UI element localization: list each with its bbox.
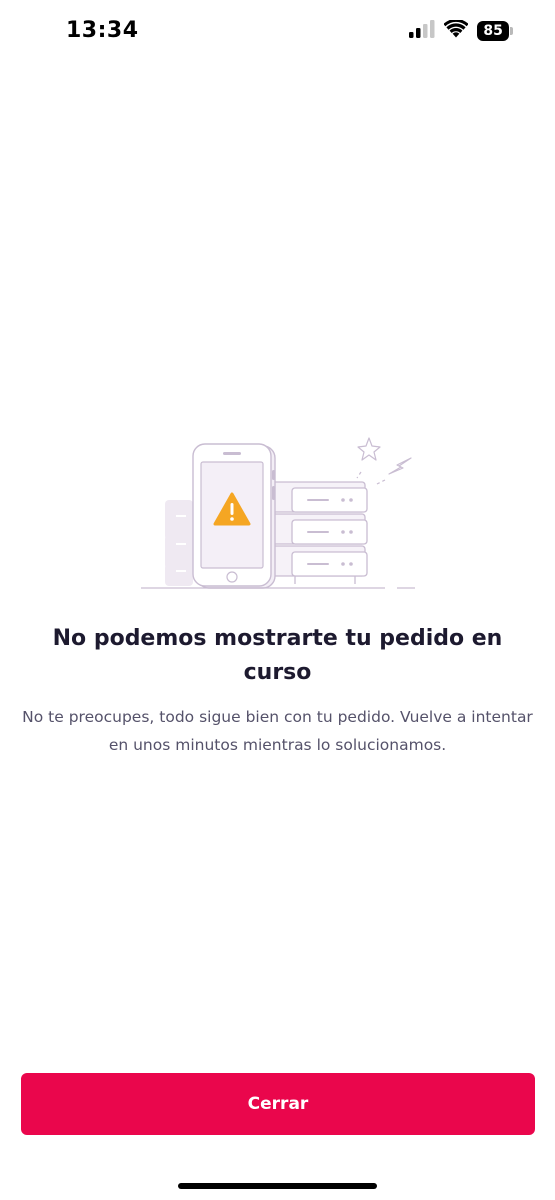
server-icon xyxy=(165,500,193,586)
lightning-icon xyxy=(374,457,412,486)
status-time: 13:34 xyxy=(66,18,139,43)
error-message: No te preocupes, todo sigue bien con tu … xyxy=(22,708,533,754)
phone-server-error-illustration xyxy=(135,430,425,600)
battery-level: 85 xyxy=(477,21,510,41)
cellular-signal-icon xyxy=(409,20,435,42)
home-indicator xyxy=(178,1183,377,1189)
sparkle-icon xyxy=(356,437,381,479)
wifi-icon xyxy=(443,18,469,42)
error-title: No podemos mostrarte tu pedido en curso xyxy=(52,626,503,685)
status-bar: 13:34 85 xyxy=(0,0,555,66)
status-icons: 85 xyxy=(409,18,513,42)
close-button[interactable]: Cerrar xyxy=(21,1073,535,1135)
battery-icon: 85 xyxy=(477,20,513,42)
